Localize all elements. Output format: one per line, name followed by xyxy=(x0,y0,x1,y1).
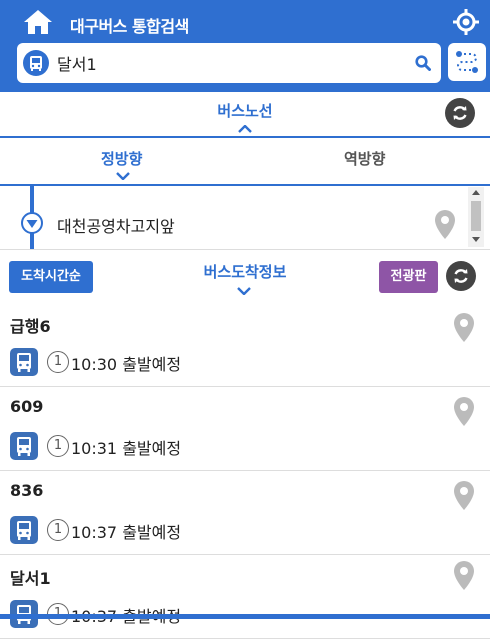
home-icon[interactable] xyxy=(22,8,54,36)
bus-list-item[interactable]: 609 1 10:31 출발예정 xyxy=(0,387,490,471)
bus-status: 10:31 출발예정 xyxy=(71,439,182,458)
bus-icon xyxy=(23,50,49,76)
display-board-button[interactable]: 전광판 xyxy=(379,261,438,293)
search-icon[interactable] xyxy=(415,55,431,71)
refresh-icon xyxy=(454,269,468,283)
bus-number: 달서1 xyxy=(10,569,51,588)
scroll-down-arrow[interactable] xyxy=(472,237,480,242)
refresh-icon xyxy=(453,106,467,120)
tab-reverse[interactable]: 역방향 xyxy=(344,148,385,169)
map-pin-icon[interactable] xyxy=(452,560,476,592)
chevron-down-icon xyxy=(116,172,130,180)
bus-number: 836 xyxy=(10,481,44,500)
map-pin-icon[interactable] xyxy=(452,396,476,428)
bus-list-item[interactable]: 836 1 10:37 출발예정 xyxy=(0,471,490,555)
bus-number: 급행6 xyxy=(10,317,51,336)
bus-order-badge: 1 xyxy=(47,519,69,541)
bus-status: 10:30 출발예정 xyxy=(71,355,182,374)
locate-icon[interactable] xyxy=(452,8,480,36)
app-title: 대구버스 통합검색 xyxy=(70,17,189,36)
stop-marker-icon xyxy=(21,212,43,234)
bus-list-item[interactable]: 급행6 1 10:30 출발예정 xyxy=(0,303,490,387)
route-section: 버스노선 xyxy=(0,92,490,138)
bus-number: 609 xyxy=(10,397,44,416)
bus-icon xyxy=(10,516,38,544)
map-pin-icon[interactable] xyxy=(433,209,457,241)
stop-scrollbar[interactable] xyxy=(468,187,484,247)
search-input[interactable] xyxy=(57,47,397,79)
stop-list-item[interactable]: 대천공영차고지앞 xyxy=(0,185,490,250)
route-map-icon xyxy=(456,51,478,73)
map-pin-icon[interactable] xyxy=(452,312,476,344)
route-map-button[interactable] xyxy=(448,43,486,81)
bus-list-item[interactable]: 달서1 1 10:37 출발예정 xyxy=(0,555,490,639)
chevron-down-icon xyxy=(237,287,251,295)
map-pin-icon[interactable] xyxy=(452,480,476,512)
scroll-thumb[interactable] xyxy=(471,201,481,231)
route-section-label[interactable]: 버스노선 xyxy=(0,100,490,121)
bus-order-badge: 1 xyxy=(47,351,69,373)
search-box xyxy=(17,43,441,83)
bus-icon xyxy=(10,348,38,376)
bus-status: 10:37 출발예정 xyxy=(71,523,182,542)
arrival-header: 도착시간순 버스도착정보 전광판 xyxy=(0,249,490,307)
refresh-route-button[interactable] xyxy=(445,98,475,128)
bus-order-badge: 1 xyxy=(47,435,69,457)
direction-tabs: 정방향 역방향 xyxy=(0,138,490,186)
scroll-up-arrow[interactable] xyxy=(472,190,480,195)
chevron-up-icon[interactable] xyxy=(238,125,252,133)
app-header: 대구버스 통합검색 xyxy=(0,0,490,92)
bottom-bar xyxy=(0,614,490,619)
stop-name: 대천공영차고지앞 xyxy=(57,217,175,236)
refresh-arrival-button[interactable] xyxy=(446,261,476,291)
bus-icon xyxy=(10,432,38,460)
tab-forward[interactable]: 정방향 xyxy=(101,148,142,169)
